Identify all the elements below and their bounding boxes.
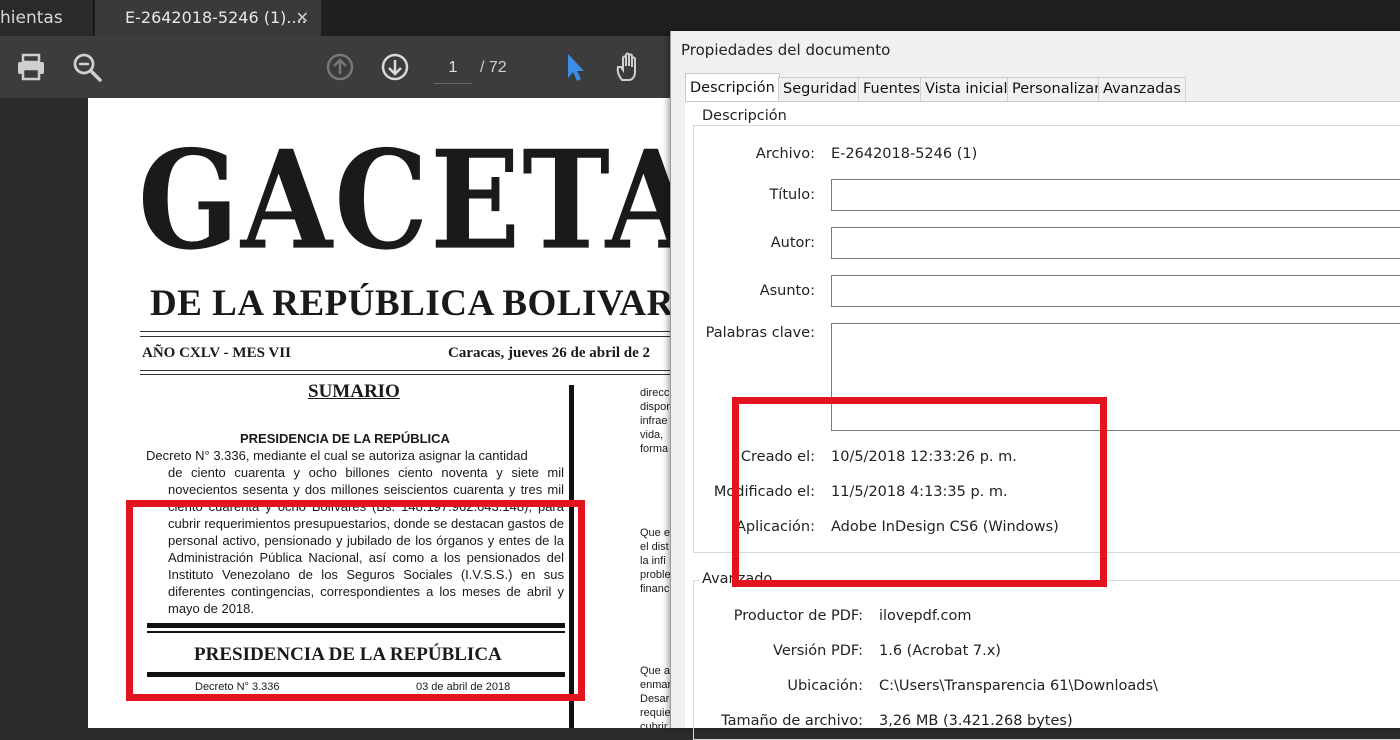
archivo-label: Archivo:: [755, 146, 815, 162]
tamano-label: Tamaño de archivo:: [721, 713, 863, 729]
next-page-icon[interactable]: [378, 50, 412, 84]
tab-avanzadas[interactable]: Avanzadas: [1098, 77, 1186, 101]
decree-first-line: Decreto N° 3.336, mediante el cual se au…: [146, 448, 528, 463]
close-icon[interactable]: ✕: [296, 0, 309, 36]
productor-value: ilovepdf.com: [879, 608, 972, 624]
divider: [140, 336, 688, 337]
version-label: Versión PDF:: [773, 643, 863, 659]
page-total: / 72: [480, 59, 507, 76]
titulo-label: Título:: [769, 187, 815, 203]
select-tool-icon[interactable]: [558, 50, 592, 84]
asunto-field[interactable]: [831, 275, 1400, 307]
tamano-value: 3,26 MB (3.421.268 bytes): [879, 713, 1073, 729]
titulo-field[interactable]: [831, 179, 1400, 211]
divider: [140, 374, 688, 375]
tab-vista-inicial[interactable]: Vista inicial: [920, 77, 1013, 101]
zoom-out-icon[interactable]: [70, 50, 104, 84]
masthead-title: GACETA O: [138, 120, 688, 280]
tab-herramientas[interactable]: hientas: [0, 0, 94, 36]
document-properties-dialog: Propiedades del documento Descripción Se…: [670, 31, 1400, 740]
tab-fuentes[interactable]: Fuentes: [858, 77, 926, 101]
tab-personalizar[interactable]: Personalizar: [1007, 77, 1106, 101]
asunto-label: Asunto:: [759, 283, 815, 299]
sumario-heading: SUMARIO: [308, 381, 400, 402]
archivo-value: E-2642018-5246 (1): [831, 146, 978, 162]
red-highlight-box: [126, 500, 585, 701]
version-value: 1.6 (Acrobat 7.x): [879, 643, 1001, 659]
ubicacion-value: C:\Users\Transparencia 61\Downloads\: [879, 678, 1158, 694]
tab-descripcion[interactable]: Descripción: [685, 73, 780, 103]
tab-label: E-2642018-5246 (1)....: [125, 8, 307, 27]
tab-seguridad[interactable]: Seguridad: [778, 77, 862, 101]
autor-label: Autor:: [770, 235, 815, 251]
divider: [140, 331, 688, 332]
date-line: Caracas, jueves 26 de abril de 2: [448, 345, 651, 361]
previous-page-icon[interactable]: [323, 50, 357, 84]
tab-label: hientas: [0, 8, 63, 28]
divider: [140, 370, 688, 371]
print-icon[interactable]: [14, 50, 48, 84]
dialog-title: Propiedades del documento: [681, 41, 891, 59]
issue-label: AÑO CXLV - MES VII: [142, 345, 291, 361]
ubicacion-label: Ubicación:: [787, 678, 863, 694]
red-highlight-box: [732, 397, 1107, 587]
left-panel: [0, 98, 88, 728]
section-heading: PRESIDENCIA DE LA REPÚBLICA: [240, 431, 450, 446]
autor-field[interactable]: [831, 227, 1400, 259]
tab-document[interactable]: E-2642018-5246 (1).... ✕: [95, 0, 321, 36]
group-legend: Descripción: [699, 108, 790, 124]
productor-label: Productor de PDF:: [733, 608, 863, 624]
palabras-clave-label: Palabras clave:: [705, 325, 815, 341]
masthead-subtitle: DE LA REPÚBLICA BOLIVARIAN: [150, 283, 688, 324]
page-number-input[interactable]: 1: [434, 52, 472, 84]
hand-tool-icon[interactable]: [612, 50, 646, 84]
